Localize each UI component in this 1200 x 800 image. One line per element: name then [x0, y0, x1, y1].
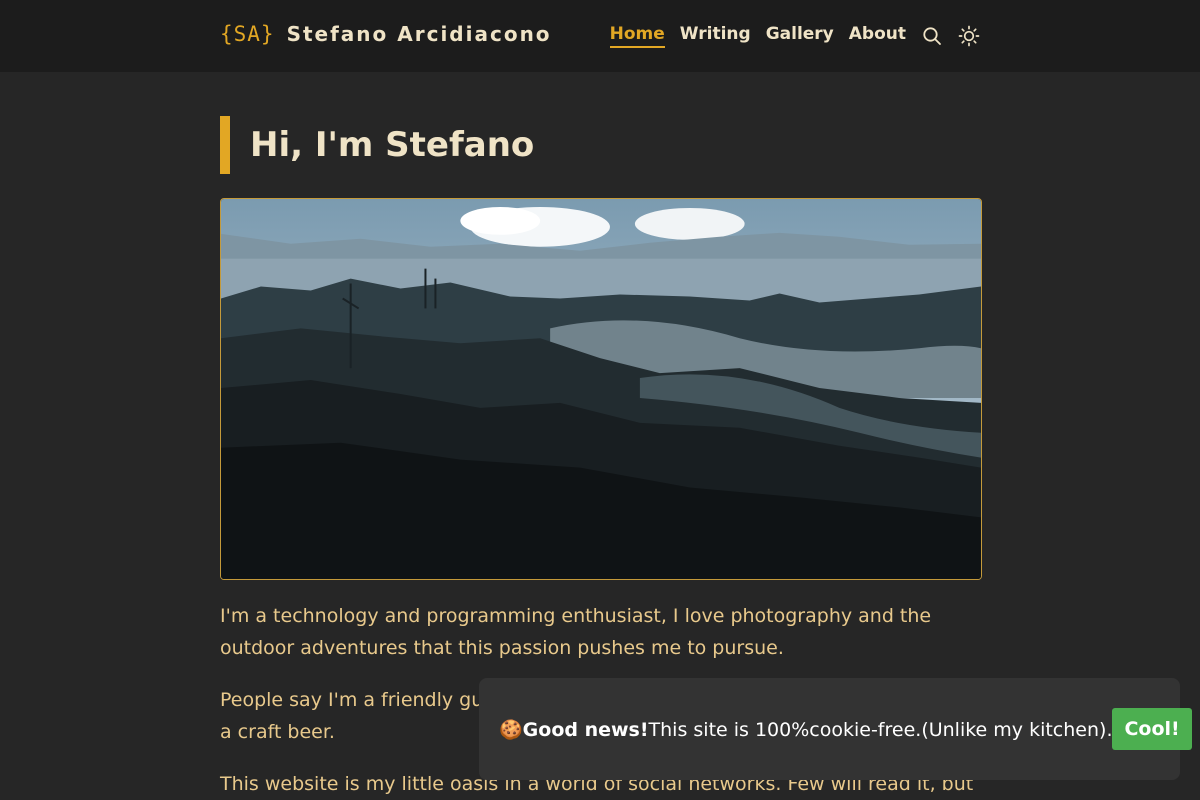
logo-mark: {SA}	[220, 22, 275, 46]
title-accent-bar	[220, 116, 230, 174]
nav-about[interactable]: About	[849, 24, 906, 48]
site-name: Stefano Arcidiacono	[286, 22, 552, 46]
cookie-banner: 🍪Good news!This site is 100%cookie-free.…	[479, 678, 1192, 780]
nav-writing[interactable]: Writing	[680, 24, 751, 48]
nav-home[interactable]: Home	[609, 24, 665, 48]
cookie-headline: Good news!	[522, 718, 649, 741]
cookie-accept-button[interactable]: Cool!	[1112, 708, 1192, 750]
cookie-emoji: 🍪	[499, 718, 523, 741]
site-header: {SA} Stefano Arcidiacono Home Writing Ga…	[0, 0, 1200, 72]
site-logo[interactable]: {SA} Stefano Arcidiacono	[220, 22, 552, 46]
page-title: Hi, I'm Stefano	[250, 125, 535, 165]
cookie-message: 🍪Good news!This site is 100%cookie-free.…	[499, 718, 1112, 741]
title-block: Hi, I'm Stefano	[220, 116, 982, 174]
sun-icon[interactable]	[958, 25, 980, 47]
search-icon[interactable]	[921, 25, 943, 47]
main-nav: Home Writing Gallery About	[609, 24, 980, 48]
nav-gallery[interactable]: Gallery	[766, 24, 834, 48]
intro-paragraph: I'm a technology and programming enthusi…	[220, 605, 932, 659]
hero-image	[220, 198, 982, 580]
cookie-body: This site is 100%cookie-free.(Unlike my …	[648, 718, 1113, 741]
